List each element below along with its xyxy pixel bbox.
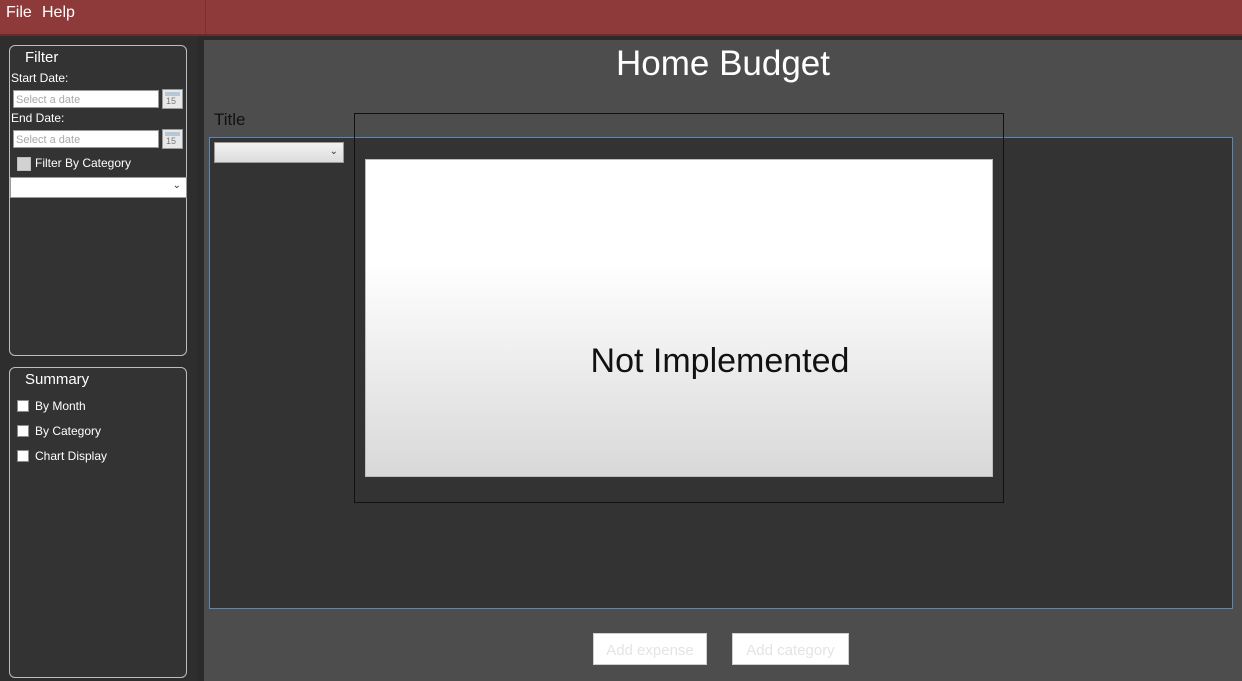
by-category-checkbox[interactable] [17, 425, 29, 437]
filter-by-category-checkbox[interactable] [17, 157, 31, 171]
filter-by-category-label: Filter By Category [35, 156, 132, 170]
end-date-label: End Date: [11, 111, 65, 125]
chart-title-label: Title [214, 110, 246, 129]
end-date-calendar-icon[interactable]: 15 [162, 129, 183, 149]
summary-title: Summary [25, 371, 90, 388]
summary-group: Summary By Month By Category Chart Displ… [9, 367, 187, 678]
menu-file[interactable]: File [6, 4, 32, 22]
chart-display-label: Chart Display [35, 449, 108, 463]
chart-placeholder: Not Implemented [365, 159, 993, 477]
filter-title: Filter [25, 49, 59, 66]
menu-help[interactable]: Help [42, 4, 75, 22]
main-panel: Home Budget Title ⌄ Not Implemented Add … [204, 40, 1242, 681]
end-date-input[interactable]: Select a date [13, 130, 159, 148]
start-date-label: Start Date: [11, 71, 69, 85]
by-category-label: By Category [35, 424, 102, 438]
menu-bar: File Help [0, 0, 1242, 36]
by-month-checkbox[interactable] [17, 400, 29, 412]
filter-group: Filter Start Date: Select a date 15 End … [9, 45, 187, 356]
chevron-down-icon: ⌄ [329, 146, 338, 157]
calendar-day: 15 [166, 96, 177, 106]
left-panel: Filter Start Date: Select a date 15 End … [0, 36, 198, 681]
chart-message: Not Implemented [590, 342, 850, 380]
page-title: Home Budget [615, 44, 831, 83]
start-date-input[interactable]: Select a date [13, 90, 159, 108]
start-date-calendar-icon[interactable]: 15 [162, 89, 183, 109]
chart-display-checkbox[interactable] [17, 450, 29, 462]
add-expense-button[interactable]: Add expense [593, 633, 707, 665]
calendar-day: 15 [166, 136, 177, 146]
menu-divider [205, 0, 206, 34]
chart-title-dropdown[interactable]: ⌄ [214, 142, 344, 163]
by-month-label: By Month [35, 399, 86, 413]
chevron-down-icon: ⌄ [172, 180, 181, 191]
category-dropdown[interactable]: ⌄ [10, 177, 187, 198]
add-category-button[interactable]: Add category [732, 633, 849, 665]
